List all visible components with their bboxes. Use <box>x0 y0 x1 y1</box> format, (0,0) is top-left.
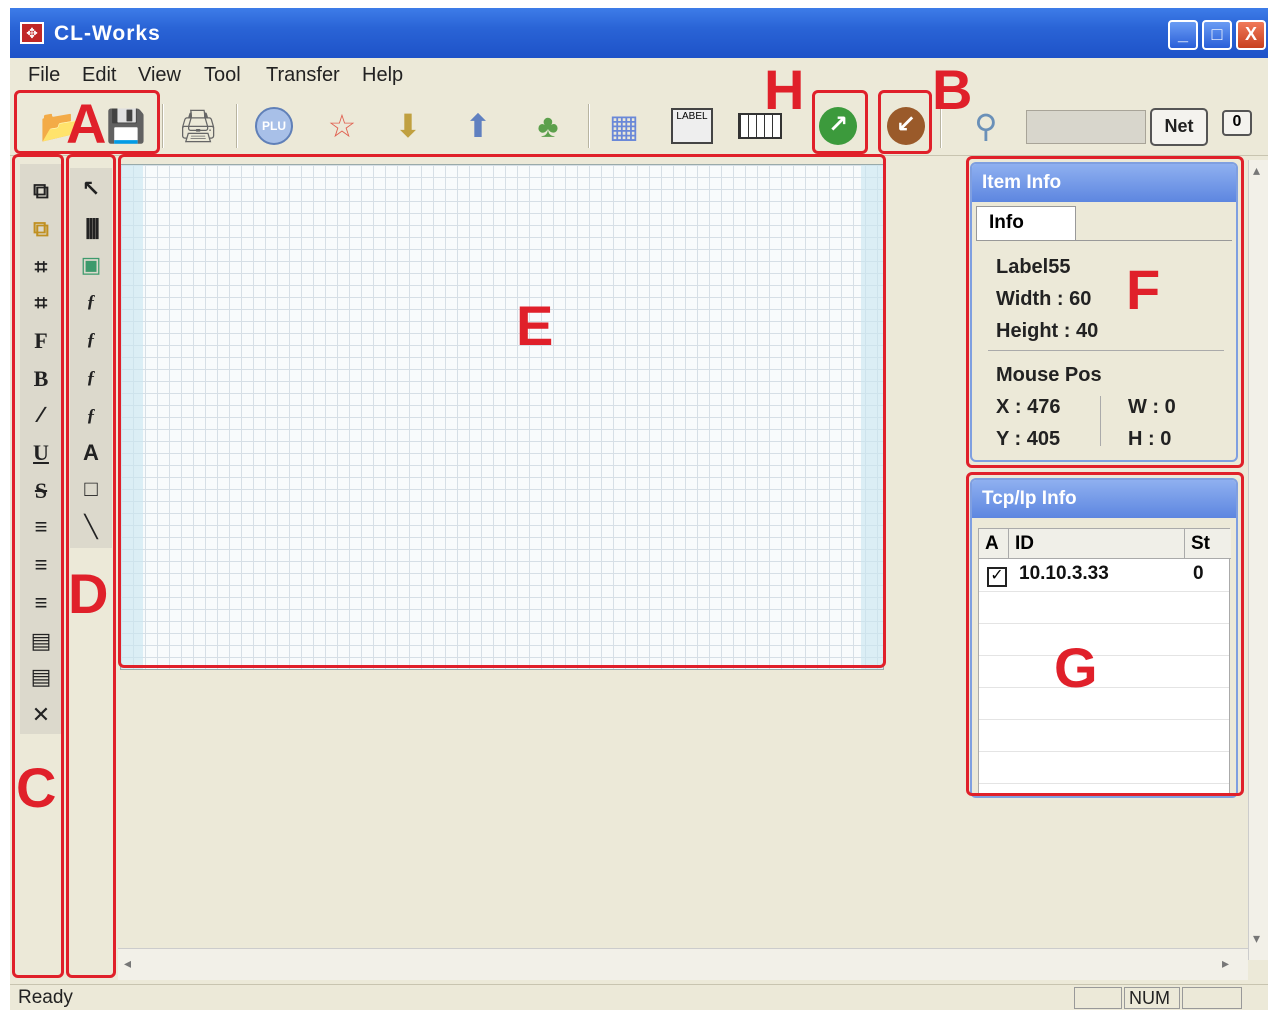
callout-d: D <box>68 562 109 625</box>
toolbar-separator <box>162 104 164 148</box>
zero-button[interactable]: 0 <box>1222 110 1252 136</box>
print-icon[interactable]: 🖨 <box>176 104 220 148</box>
callout-h: H <box>764 58 805 121</box>
status-cell-empty <box>1182 987 1242 1009</box>
callout-h-box <box>812 90 868 154</box>
label-icon[interactable]: LABEL <box>670 104 714 148</box>
callout-g-box <box>966 472 1244 796</box>
menu-file[interactable]: File <box>28 64 60 87</box>
scroll-down-icon[interactable]: ▾ <box>1253 930 1260 947</box>
callout-f: F <box>1126 258 1161 321</box>
menu-edit[interactable]: Edit <box>82 64 116 87</box>
status-text: Ready <box>18 987 73 1008</box>
maximize-button[interactable]: □ <box>1202 20 1232 50</box>
callout-b: B <box>932 58 973 121</box>
callout-b-box <box>878 90 932 154</box>
horizontal-scrollbar[interactable]: ◂ ▸ <box>118 948 1248 980</box>
menu-tool[interactable]: Tool <box>204 64 241 87</box>
net-button[interactable]: Net <box>1150 108 1208 146</box>
app-icon: ✥ <box>20 22 44 44</box>
status-cell-empty <box>1074 987 1122 1009</box>
download-icon[interactable]: ⬇ <box>386 104 430 148</box>
title-bar: ✥ CL-Works _ □ X <box>10 8 1268 58</box>
menu-help[interactable]: Help <box>362 64 403 87</box>
users-icon[interactable]: ♣ <box>526 104 570 148</box>
toolbar-separator <box>588 104 590 148</box>
favorite-icon[interactable]: ☆ <box>320 104 364 148</box>
scroll-left-icon[interactable]: ◂ <box>124 955 131 972</box>
callout-e-box <box>118 154 886 668</box>
close-button[interactable]: X <box>1236 20 1266 50</box>
toolbar-separator <box>236 104 238 148</box>
callout-a: A <box>66 92 107 155</box>
scroll-up-icon[interactable]: ▴ <box>1253 162 1260 179</box>
menu-transfer[interactable]: Transfer <box>266 64 340 87</box>
callout-c-box <box>12 154 64 978</box>
scroll-right-icon[interactable]: ▸ <box>1222 955 1229 972</box>
window-title: CL-Works <box>54 22 161 45</box>
menu-view[interactable]: View <box>138 64 181 87</box>
layout-icon[interactable]: ▦ <box>602 104 646 148</box>
callout-c: C <box>16 756 57 819</box>
net-address-field[interactable] <box>1026 110 1146 144</box>
callout-g: G <box>1054 636 1098 699</box>
callout-f-box <box>966 156 1244 468</box>
menu-bar: File Edit View Tool Transfer Help <box>10 58 1268 92</box>
callout-e: E <box>516 294 554 357</box>
upload-icon[interactable]: ⬆ <box>456 104 500 148</box>
status-bar: Ready NUM <box>10 984 1268 1010</box>
main-toolbar: 📂 💾 🖨 PLU ☆ ⬇ ⬆ ♣ ▦ LABEL ↗ ↙ ⚲ Net 0 <box>10 94 1268 156</box>
minimize-button[interactable]: _ <box>1168 20 1198 50</box>
status-num: NUM <box>1124 987 1180 1009</box>
vertical-scrollbar[interactable]: ▴ ▾ <box>1248 160 1268 960</box>
plu-icon[interactable]: PLU <box>252 104 296 148</box>
